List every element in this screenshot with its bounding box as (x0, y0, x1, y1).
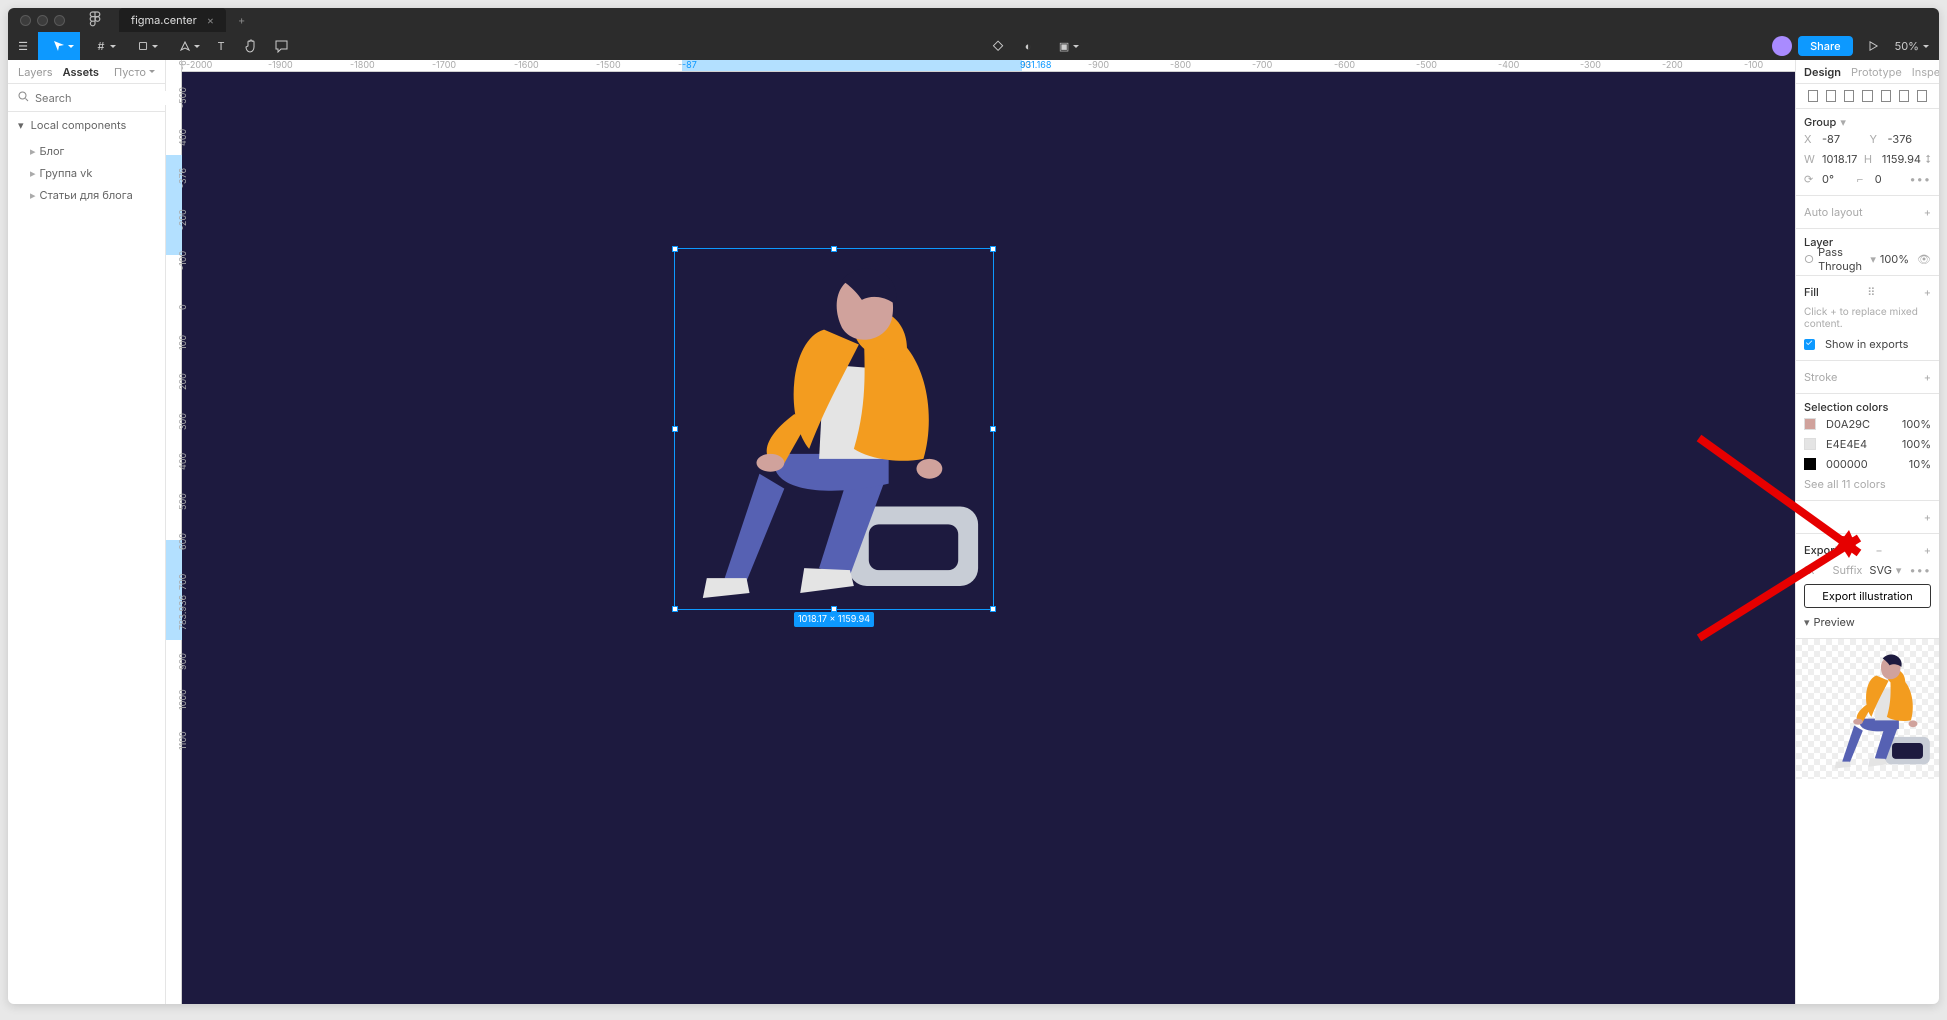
more-icon[interactable]: ••• (1909, 172, 1931, 186)
pen-tool-icon[interactable] (164, 32, 206, 60)
components-section-header[interactable]: ▾ Local components (8, 112, 165, 138)
add-effects-icon[interactable]: + (1924, 510, 1931, 524)
blend-mode-select[interactable]: Pass Through (1818, 245, 1866, 273)
add-fill-icon[interactable]: + (1924, 285, 1931, 299)
move-tool-icon[interactable] (38, 32, 80, 60)
selection-dimensions: 1018.17 × 1159.94 (794, 612, 874, 627)
window-controls[interactable] (20, 15, 65, 26)
frame-type-select[interactable]: Group▾ (1804, 115, 1931, 129)
export-preview (1796, 639, 1939, 779)
assets-tab[interactable]: Assets (63, 65, 99, 79)
text-tool-icon[interactable]: T (206, 32, 236, 60)
export-scale-select[interactable]: 1x (1804, 563, 1814, 577)
export-format-select[interactable]: SVG (1869, 563, 1891, 577)
height-field[interactable]: 1159.94 (1882, 152, 1921, 166)
selection-frame[interactable]: 1018.17 × 1159.94 (674, 248, 994, 610)
right-panel: Design Prototype Inspect Group▾ X-87 Y-3… (1795, 60, 1939, 1004)
title-bar: figma.center × + (8, 8, 1939, 32)
zoom-menu[interactable]: 50% (1895, 39, 1929, 53)
design-tab[interactable]: Design (1804, 65, 1841, 79)
add-tab-icon[interactable]: + (238, 13, 245, 27)
file-tab-title: figma.center (131, 13, 197, 27)
figma-logo-icon[interactable] (89, 11, 101, 30)
rotation-field[interactable]: 0° (1822, 172, 1853, 186)
selection-color[interactable]: 00000010% (1804, 454, 1931, 474)
resize-handle[interactable] (990, 606, 996, 612)
file-tab[interactable]: figma.center × (119, 8, 226, 32)
x-field[interactable]: -87 (1822, 132, 1866, 146)
close-tab-icon[interactable]: × (207, 13, 214, 27)
resize-handle[interactable] (672, 606, 678, 612)
add-stroke-icon[interactable]: + (1924, 370, 1931, 384)
resize-handle[interactable] (672, 426, 678, 432)
show-in-exports-checkbox[interactable] (1804, 339, 1815, 350)
search-icon (18, 91, 29, 105)
add-export-icon[interactable]: + (1924, 543, 1931, 557)
constrain-icon[interactable]: ⭥ (1925, 152, 1931, 167)
hand-tool-icon[interactable] (236, 32, 266, 60)
boolean-icon[interactable]: ▣ (1043, 32, 1085, 60)
resize-handle[interactable] (831, 246, 837, 252)
horizontal-ruler: -87 931.168 -2000-1900-1800-1700-1600-15… (182, 60, 1795, 72)
selection-color[interactable]: E4E4E4100% (1804, 434, 1931, 454)
export-suffix-field[interactable]: Suffix (1832, 563, 1862, 577)
component-icon[interactable]: ◇ (983, 32, 1013, 60)
component-item[interactable]: ▸Статьи для блога (8, 184, 165, 206)
page-selector[interactable]: Пусто (114, 65, 155, 79)
width-field[interactable]: 1018.17 (1822, 152, 1860, 166)
resize-handle[interactable] (990, 246, 996, 252)
y-field[interactable]: -376 (1888, 132, 1932, 146)
present-icon[interactable]: ▷ (1859, 32, 1889, 60)
close-window-icon[interactable] (20, 15, 31, 26)
illustration-preview (675, 249, 993, 609)
canvas[interactable]: -87 931.168 -2000-1900-1800-1700-1600-15… (166, 60, 1795, 1004)
frame-tool-icon[interactable]: # (80, 32, 122, 60)
styles-icon[interactable]: ⠿ (1867, 285, 1875, 299)
remove-export-icon[interactable]: − (1875, 543, 1882, 557)
minimize-window-icon[interactable] (37, 15, 48, 26)
mask-icon[interactable]: ◐ (1013, 32, 1043, 60)
maximize-window-icon[interactable] (54, 15, 65, 26)
vertical-ruler: -600-500400-376-200-10001002003004005006… (166, 60, 182, 1004)
shape-tool-icon[interactable]: ▢ (122, 32, 164, 60)
share-button[interactable]: Share (1798, 36, 1852, 56)
opacity-field[interactable]: 100% (1880, 252, 1909, 266)
visibility-icon[interactable]: 👁 (1917, 252, 1931, 266)
resize-handle[interactable] (672, 246, 678, 252)
resize-handle[interactable] (990, 426, 996, 432)
comment-tool-icon[interactable] (266, 32, 296, 60)
menu-icon[interactable]: ☰ (8, 32, 38, 60)
prototype-tab[interactable]: Prototype (1851, 65, 1902, 79)
component-item[interactable]: ▸Блог (8, 140, 165, 162)
user-avatar[interactable] (1772, 36, 1792, 56)
radius-field[interactable]: 0 (1875, 172, 1906, 186)
selection-color[interactable]: D0A29C100% (1804, 414, 1931, 434)
export-button[interactable]: Export illustration (1804, 584, 1931, 608)
layers-tab[interactable]: Layers (18, 65, 53, 79)
chevron-down-icon: ▾ (18, 118, 24, 132)
component-item[interactable]: ▸Группа vk (8, 162, 165, 184)
alignment-controls[interactable] (1804, 90, 1931, 102)
toolbar: ☰ # ▢ T ◇ ◐ ▣ Share ▷ 50% (8, 32, 1939, 60)
see-all-colors[interactable]: See all 11 colors (1804, 474, 1931, 494)
export-more-icon[interactable]: ••• (1909, 563, 1931, 577)
add-auto-layout-icon[interactable]: + (1924, 205, 1931, 219)
auto-layout-label: Auto layout (1804, 205, 1863, 219)
fill-hint: Click + to replace mixed content. (1804, 302, 1931, 330)
left-panel: Layers Assets Пусто ▾ Local components (8, 60, 166, 1004)
inspect-tab[interactable]: Inspect (1912, 65, 1939, 79)
